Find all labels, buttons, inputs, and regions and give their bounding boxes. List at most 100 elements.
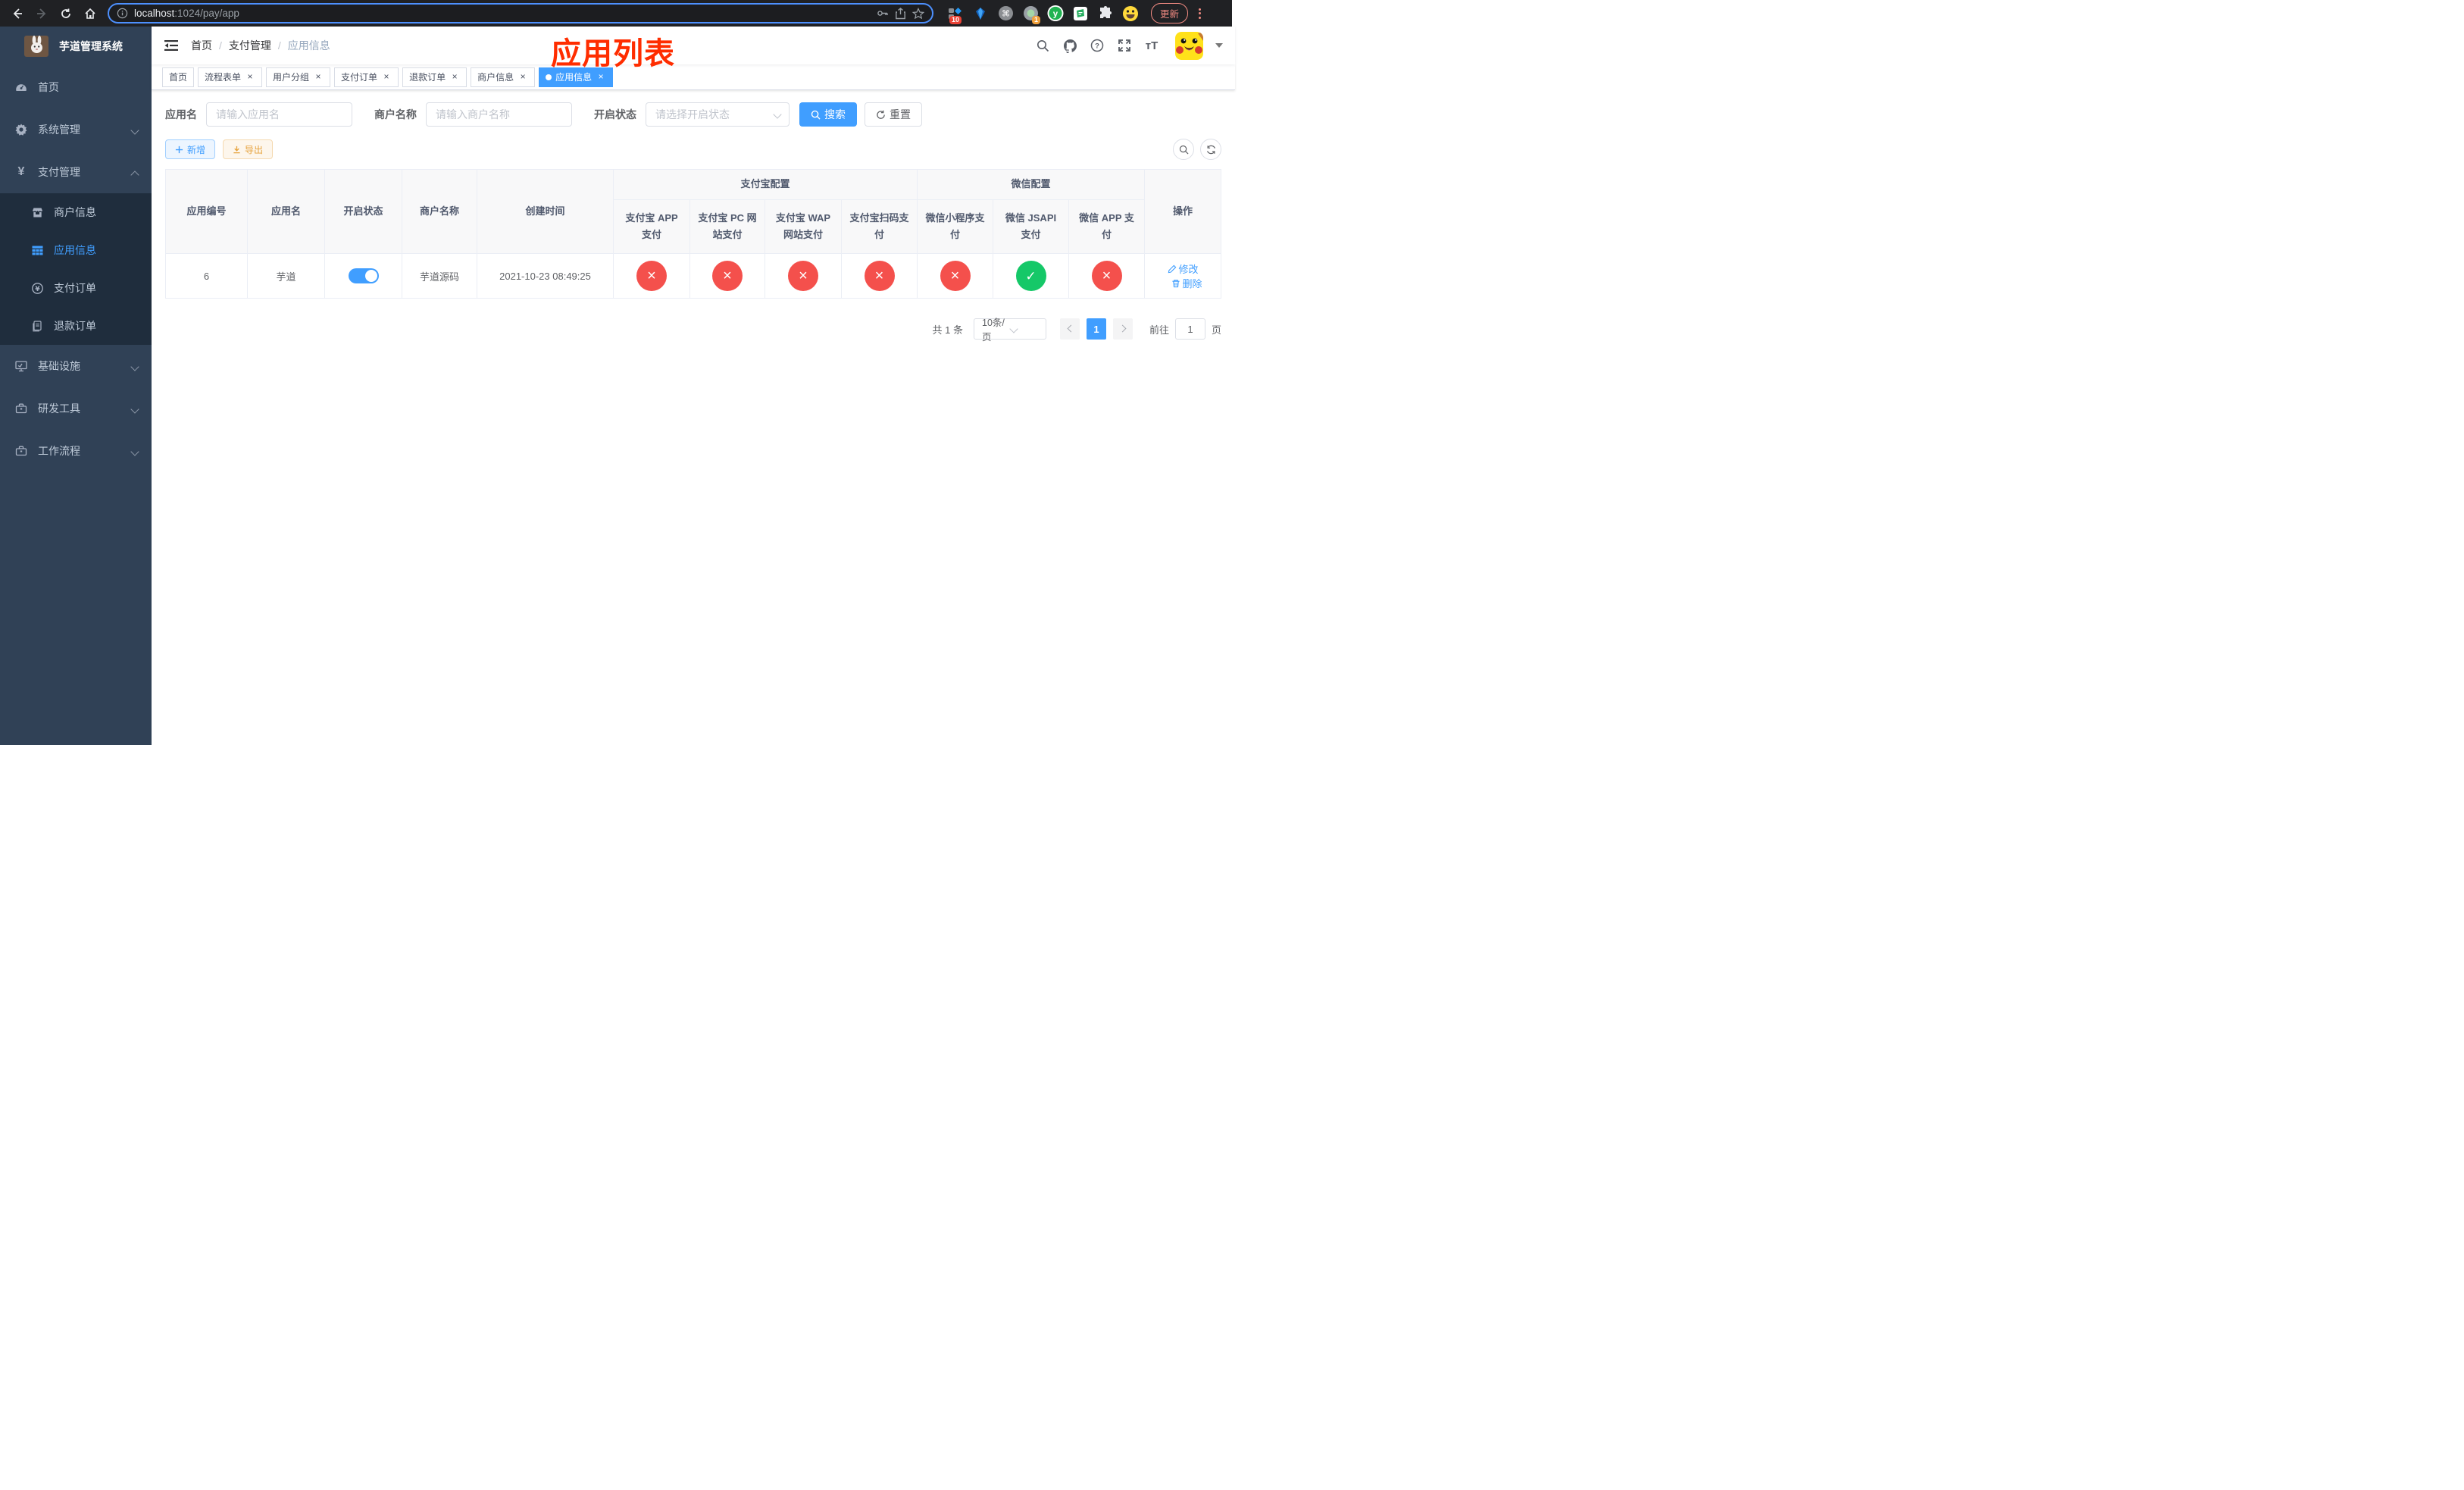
tag-user-group[interactable]: 用户分组	[266, 67, 331, 87]
col-header-wechat-app: 微信 APP 支付	[1068, 199, 1146, 254]
sidebar-item-system[interactable]: 系统管理	[0, 108, 152, 151]
sidebar-item-dev-tools[interactable]: 研发工具	[0, 387, 152, 430]
sidebar-item-payment[interactable]: ¥ 支付管理	[0, 151, 152, 193]
close-icon[interactable]	[449, 72, 460, 83]
breadcrumb-home[interactable]: 首页	[191, 38, 212, 53]
page-size-select[interactable]: 10条/页	[974, 318, 1046, 343]
tag-refund-orders[interactable]: 退款订单	[402, 67, 467, 87]
sidebar-item-label: 研发工具	[38, 402, 80, 415]
breadcrumb-separator: /	[277, 39, 281, 52]
search-icon[interactable]	[1033, 36, 1052, 55]
sidebar-item-merchant-info[interactable]: 商户信息	[0, 193, 152, 231]
github-icon[interactable]	[1060, 36, 1080, 55]
refresh-button[interactable]	[1200, 139, 1222, 160]
search-button-label: 搜索	[824, 108, 846, 121]
page-content: 应用名 商户名称 开启状态 请选择开启状态 搜索 重置	[152, 90, 1235, 745]
edit-link[interactable]: 修改	[1168, 261, 1199, 276]
table-toolbar: 新增 导出	[165, 139, 1222, 160]
export-button[interactable]: 导出	[223, 139, 274, 159]
cell-merchant: 芋道源码	[402, 253, 477, 299]
extension-badge-count: 10	[949, 15, 962, 24]
sidebar-logo[interactable]: 芋道管理系统	[0, 27, 152, 66]
table-row: 6 芋道 芋道源码 2021-10-23 08:49:25 × × × × × …	[165, 253, 1222, 299]
sidebar-item-refund-orders[interactable]: 退款订单	[0, 307, 152, 345]
address-bar[interactable]: localhost:1024/pay/app	[108, 3, 933, 23]
page-number-1[interactable]: 1	[1087, 318, 1106, 340]
col-header-app-id: 应用编号	[165, 169, 248, 254]
tag-pay-orders[interactable]: 支付订单	[334, 67, 399, 87]
info-icon[interactable]	[117, 8, 128, 19]
emoji-extension-icon[interactable]	[1122, 5, 1139, 22]
forward-icon[interactable]	[32, 4, 52, 23]
browser-menu-icon[interactable]	[1199, 8, 1202, 19]
tag-label: 流程表单	[205, 72, 242, 83]
puzzle-icon[interactable]	[1097, 5, 1114, 22]
font-size-icon[interactable]: ᴛT	[1142, 36, 1162, 55]
password-key-icon[interactable]	[876, 7, 889, 20]
sidebar-item-home[interactable]: 首页	[0, 66, 152, 108]
next-page-button[interactable]	[1113, 318, 1133, 340]
tag-label: 商户信息	[477, 72, 514, 83]
notes-extension-icon[interactable]	[1072, 5, 1089, 22]
tag-app-info[interactable]: 应用信息	[539, 67, 614, 87]
back-icon[interactable]	[8, 4, 27, 23]
delete-link[interactable]: 删除	[1171, 276, 1202, 290]
cell-app-id: 6	[165, 253, 248, 299]
y-extension-icon[interactable]: y	[1047, 5, 1064, 22]
tag-merchant-info[interactable]: 商户信息	[471, 67, 536, 87]
extensions-row: 10 ⌘ 1 y	[947, 5, 1139, 24]
close-icon[interactable]	[381, 72, 392, 83]
col-header-alipay-wap: 支付宝 WAP 网站支付	[765, 199, 842, 254]
merchant-name-input[interactable]	[426, 102, 572, 127]
goto-page-input[interactable]	[1175, 318, 1206, 340]
sidebar-item-infrastructure[interactable]: 基础设施	[0, 345, 152, 387]
gear-icon	[15, 124, 27, 136]
alipay-pc-status-icon	[712, 261, 743, 291]
gem-extension-icon[interactable]	[972, 5, 989, 22]
reset-button[interactable]: 重置	[865, 102, 922, 127]
extension-badge-icon[interactable]: 10	[947, 5, 964, 24]
sidebar-item-workflow[interactable]: 工作流程	[0, 430, 152, 472]
payment-submenu: 商户信息 应用信息 ¥ 支付订单 退款订单	[0, 193, 152, 345]
close-icon[interactable]	[596, 72, 606, 83]
sidebar-fold-icon[interactable]	[164, 38, 179, 53]
app-name-input[interactable]	[206, 102, 352, 127]
search-button[interactable]: 搜索	[799, 102, 857, 127]
avatar-dropdown-caret[interactable]	[1215, 43, 1224, 48]
edit-link-label: 修改	[1178, 264, 1199, 275]
tag-home[interactable]: 首页	[162, 67, 195, 87]
chevron-down-icon	[132, 362, 139, 370]
browser-update-button[interactable]: 更新	[1151, 3, 1189, 23]
url-text[interactable]: localhost:1024/pay/app	[134, 8, 870, 19]
status-select[interactable]: 请选择开启状态	[646, 102, 790, 127]
user-avatar[interactable]	[1175, 31, 1204, 60]
home-icon[interactable]	[80, 4, 100, 23]
show-search-toggle-button[interactable]	[1173, 139, 1195, 160]
bookmark-star-icon[interactable]	[912, 7, 924, 20]
camera-badge-count: 1	[1031, 15, 1040, 24]
status-toggle[interactable]	[348, 268, 379, 283]
cell-app-name: 芋道	[247, 253, 325, 299]
camera-extension-icon[interactable]: 1	[1022, 5, 1040, 24]
breadcrumb-payment[interactable]: 支付管理	[229, 38, 271, 53]
sidebar-item-app-info[interactable]: 应用信息	[0, 231, 152, 269]
fullscreen-icon[interactable]	[1115, 36, 1134, 55]
status-label: 开启状态	[594, 108, 636, 121]
close-icon[interactable]	[518, 72, 528, 83]
help-icon[interactable]: ?	[1087, 36, 1107, 55]
reload-icon[interactable]	[56, 4, 76, 23]
sidebar: 芋道管理系统 首页 系统管理 ¥ 支付管理 商户信息 应用信息 ¥ 支付订单 退…	[0, 27, 152, 745]
prev-page-button[interactable]	[1060, 318, 1080, 340]
sidebar-item-label: 支付订单	[54, 282, 96, 294]
sidebar-item-pay-orders[interactable]: ¥ 支付订单	[0, 269, 152, 307]
svg-text:¥: ¥	[35, 285, 40, 293]
share-icon[interactable]	[895, 7, 906, 20]
navbar-actions: ? ᴛT	[1033, 31, 1224, 60]
filter-form: 应用名 商户名称 开启状态 请选择开启状态 搜索 重置	[165, 102, 1221, 127]
breadcrumb-current: 应用信息	[287, 39, 330, 52]
add-button[interactable]: 新增	[165, 139, 216, 159]
close-icon[interactable]	[313, 72, 324, 83]
tag-process-form[interactable]: 流程表单	[198, 67, 263, 87]
close-icon[interactable]	[245, 72, 255, 83]
command-extension-icon[interactable]: ⌘	[997, 5, 1014, 22]
